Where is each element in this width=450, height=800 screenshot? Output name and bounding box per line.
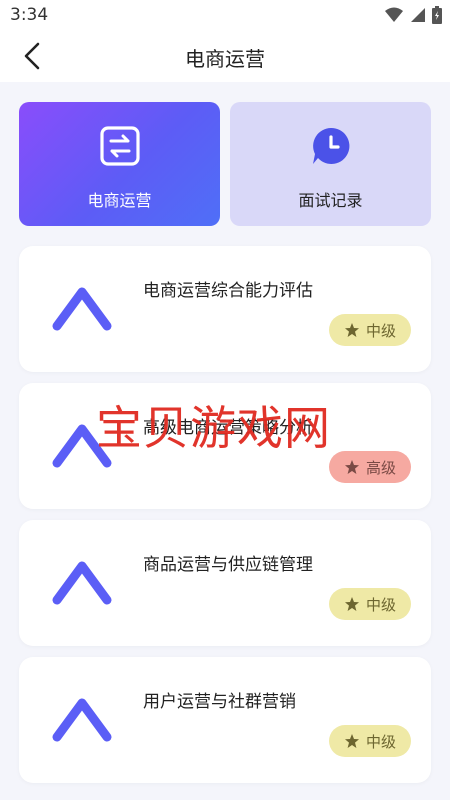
tab-ecommerce-operations[interactable]: 电商运营 (19, 102, 220, 226)
interview-card[interactable]: 用户运营与社群营销 中级 (19, 657, 431, 783)
level-badge: 中级 (329, 725, 411, 757)
signal-icon (411, 8, 425, 22)
card-title: 商品运营与供应链管理 (143, 555, 313, 575)
level-label: 中级 (365, 732, 396, 751)
card-title: 高级电商运营策略分析 (143, 418, 313, 438)
category-tabs: 电商运营 面试记录 (19, 102, 431, 226)
card-title: 用户运营与社群营销 (143, 692, 296, 712)
chevron-up-icon (52, 698, 112, 742)
chevron-up-icon (52, 424, 112, 468)
level-label: 中级 (365, 595, 396, 614)
tab-interview-records[interactable]: 面试记录 (230, 102, 431, 226)
interview-card[interactable]: 电商运营综合能力评估 中级 (19, 246, 431, 372)
page-title: 电商运营 (185, 47, 265, 71)
star-icon (344, 323, 359, 337)
status-bar: 3:34 (0, 0, 450, 30)
status-icons (384, 6, 442, 24)
level-label: 高级 (365, 458, 396, 477)
swap-arrows-icon (99, 126, 140, 166)
clock-chat-icon (312, 127, 349, 164)
interview-card[interactable]: 商品运营与供应链管理 中级 (19, 520, 431, 646)
level-badge: 中级 (329, 314, 411, 346)
wifi-icon (385, 7, 403, 22)
star-icon (344, 597, 359, 611)
level-badge: 高级 (329, 451, 411, 483)
level-badge: 中级 (329, 588, 411, 620)
star-icon (344, 734, 359, 748)
interview-card[interactable]: 高级电商运营策略分析 高级 (19, 383, 431, 509)
top-bar: 电商运营 (0, 30, 450, 82)
chevron-up-icon (52, 287, 112, 331)
chevron-up-icon (52, 561, 112, 605)
tab-label: 面试记录 (298, 191, 363, 210)
card-title: 电商运营综合能力评估 (143, 281, 313, 301)
status-time: 3:34 (10, 5, 49, 25)
level-label: 中级 (365, 321, 396, 340)
star-icon (344, 460, 359, 474)
battery-icon (432, 6, 442, 24)
tab-label: 电商运营 (87, 191, 152, 210)
